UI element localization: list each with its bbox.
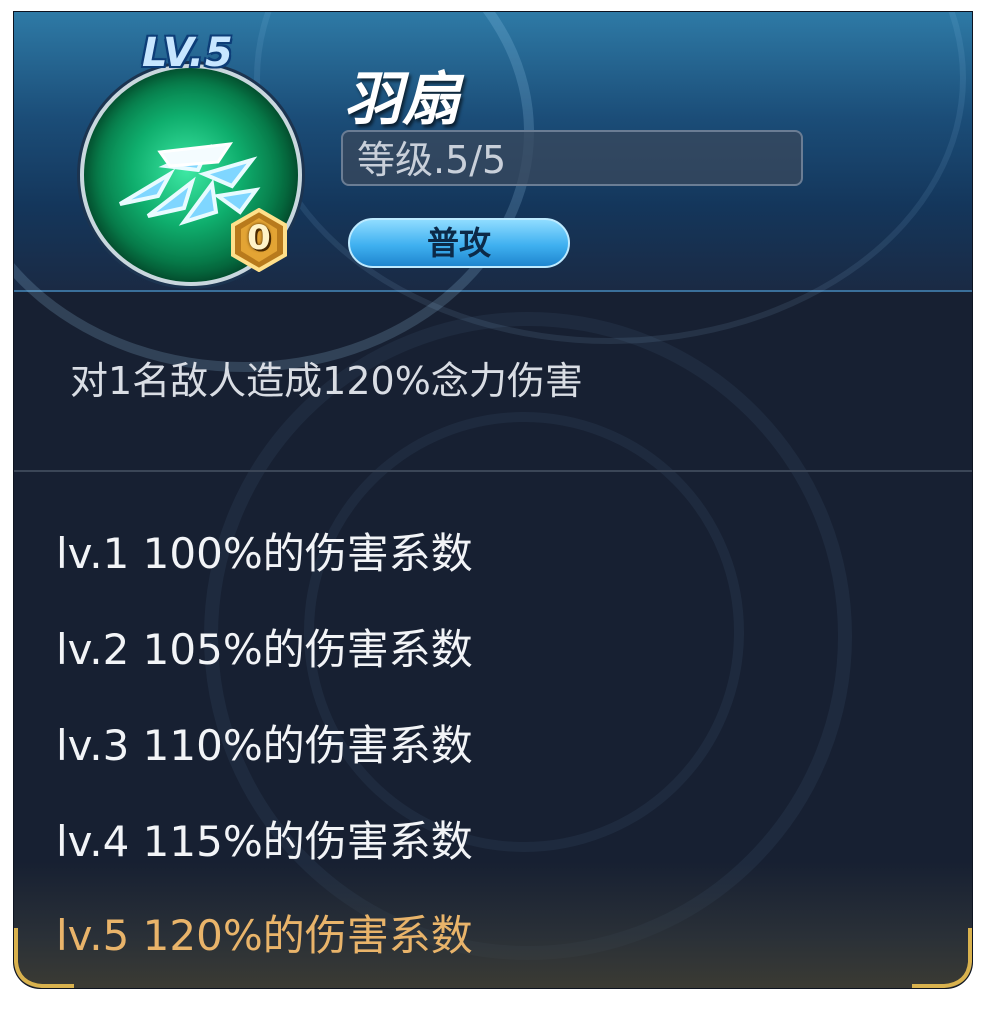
- gold-corner-left: [14, 928, 74, 988]
- skill-tooltip-panel: LV.5 0 羽扇 等级.5/5 普攻 对1名敌人造成120%念力伤害 lv.1…: [14, 12, 972, 988]
- skill-level-badge: LV.5: [142, 30, 234, 76]
- skill-name: 羽扇: [344, 65, 461, 133]
- gold-corner-right: [912, 928, 972, 988]
- level-row-2: lv.2 105%的伤害系数: [56, 625, 473, 674]
- skill-level-field: 等级.5/5: [341, 130, 803, 186]
- level-row-1: lv.1 100%的伤害系数: [56, 529, 473, 578]
- hexagon-badge-icon: 0: [230, 207, 288, 273]
- skill-header: LV.5 0 羽扇 等级.5/5 普攻: [14, 12, 972, 372]
- section-divider: [14, 470, 972, 472]
- skill-badge-count: 0: [247, 218, 271, 258]
- skill-description: 对1名敌人造成120%念力伤害: [70, 359, 583, 403]
- level-row-3: lv.3 110%的伤害系数: [56, 721, 473, 770]
- skill-type-tag: 普攻: [348, 218, 570, 268]
- level-row-5-current: lv.5 120%的伤害系数: [56, 911, 473, 960]
- level-row-4: lv.4 115%的伤害系数: [56, 817, 473, 866]
